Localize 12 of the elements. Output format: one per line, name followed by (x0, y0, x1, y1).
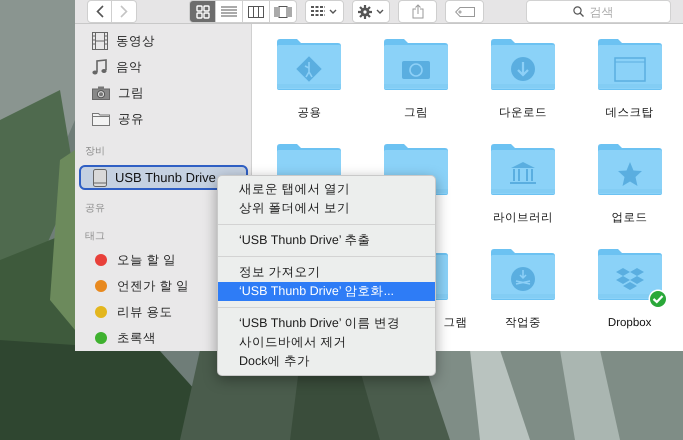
folder-name: 업로드 (612, 211, 648, 226)
folder-name: 그림 (404, 106, 428, 121)
folder-name: 데스크탑 (606, 106, 654, 121)
folder-name: 다운로드 (498, 106, 547, 121)
folder-name: 작업중 (504, 316, 541, 331)
section-heading: 장비 (84, 144, 105, 158)
folder-name: 라이브러리 (492, 211, 553, 226)
section-heading: 공유 (84, 202, 105, 216)
folder-name: Dropbox (608, 316, 652, 331)
section-heading: 태그 (84, 230, 105, 244)
folder-name: 그램 (444, 316, 468, 331)
folder-name: 공용 (297, 106, 322, 121)
